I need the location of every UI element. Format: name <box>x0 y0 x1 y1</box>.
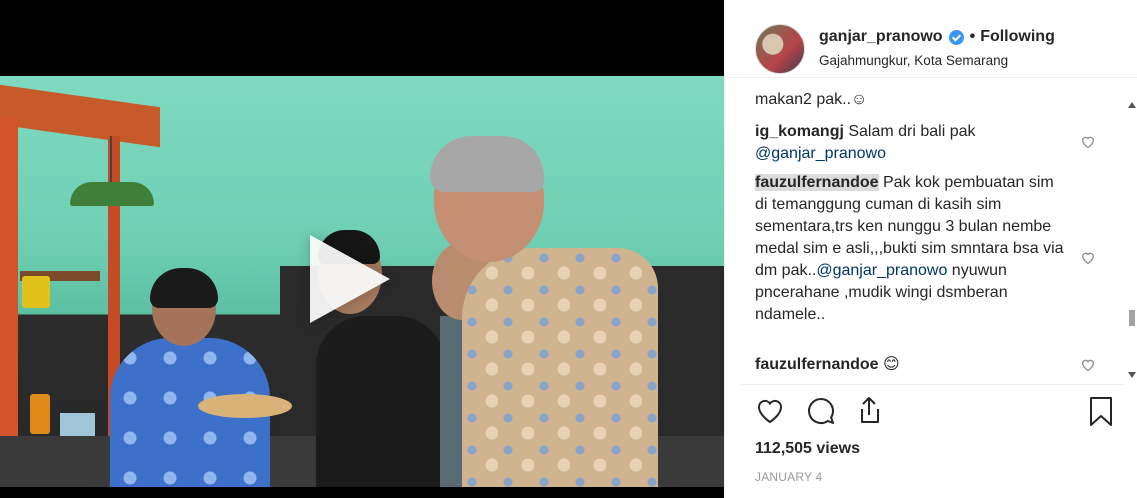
action-bar <box>725 394 1137 434</box>
comment-text: 😊 <box>878 356 900 373</box>
location-link[interactable]: Gajahmungkur, Kota Semarang <box>819 53 1008 68</box>
divider <box>741 384 1125 385</box>
post-media <box>0 0 724 498</box>
scene-person <box>430 136 544 192</box>
scroll-down-arrow-icon[interactable] <box>1128 372 1136 378</box>
scene-person <box>316 316 446 487</box>
scene-person <box>150 268 218 308</box>
comment-item: makan2 pak..☺ <box>755 90 1065 111</box>
scrollbar-thumb[interactable] <box>1129 310 1135 326</box>
comment-item: fauzulfernandoe Pak kok pembuatan sim di… <box>755 172 1065 326</box>
heart-icon[interactable] <box>753 394 787 428</box>
scene-lamp-wire <box>110 136 112 184</box>
comment-mention[interactable]: @ganjar_pranowo <box>816 262 947 279</box>
comment-username[interactable]: fauzulfernandoe <box>755 356 879 373</box>
scene-person <box>462 248 658 487</box>
post-date[interactable]: JANUARY 4 <box>755 470 822 484</box>
comment-mention[interactable]: @ganjar_pranowo <box>755 145 886 162</box>
scene-plate <box>198 394 292 418</box>
verified-badge-icon <box>948 29 964 45</box>
post-panel: ganjar_pranowo • Following Gajahmungkur,… <box>724 0 1137 498</box>
comment-text: Salam dri bali pak <box>843 123 976 140</box>
scene-pole <box>0 116 18 487</box>
comment-like-icon[interactable] <box>1080 357 1096 372</box>
scene-awning <box>0 84 160 148</box>
comment-item: fauzulfernandoe 😊 <box>755 354 1065 376</box>
scene-jar <box>22 276 50 308</box>
comment-username[interactable]: fauzulfernandoe <box>755 174 879 191</box>
bookmark-icon[interactable] <box>1084 394 1118 428</box>
scene-lamp <box>70 182 154 206</box>
following-button[interactable]: Following <box>980 28 1055 46</box>
post-header: ganjar_pranowo • Following Gajahmungkur,… <box>725 0 1137 78</box>
comments-list: makan2 pak..☺ ig_komangj Salam dri bali … <box>725 90 1125 382</box>
username-link[interactable]: ganjar_pranowo <box>819 28 943 46</box>
comment-username[interactable]: ig_komangj <box>755 123 844 140</box>
comment-icon[interactable] <box>804 394 838 428</box>
comment-like-icon[interactable] <box>1080 134 1096 149</box>
share-icon[interactable] <box>852 394 886 428</box>
comment-like-icon[interactable] <box>1080 250 1096 265</box>
username-row: ganjar_pranowo • Following <box>819 28 1055 46</box>
separator-dot: • <box>969 28 976 45</box>
scene-jar <box>30 394 50 434</box>
play-icon[interactable] <box>310 235 390 323</box>
comment-item: ig_komangj Salam dri bali pak @ganjar_pr… <box>755 121 1065 165</box>
scroll-up-arrow-icon[interactable] <box>1128 102 1136 108</box>
avatar[interactable] <box>755 24 805 74</box>
comment-text: makan2 pak..☺ <box>755 91 868 108</box>
comments-scrollbar[interactable] <box>1125 98 1137 384</box>
view-count[interactable]: 112,505 views <box>755 440 860 458</box>
